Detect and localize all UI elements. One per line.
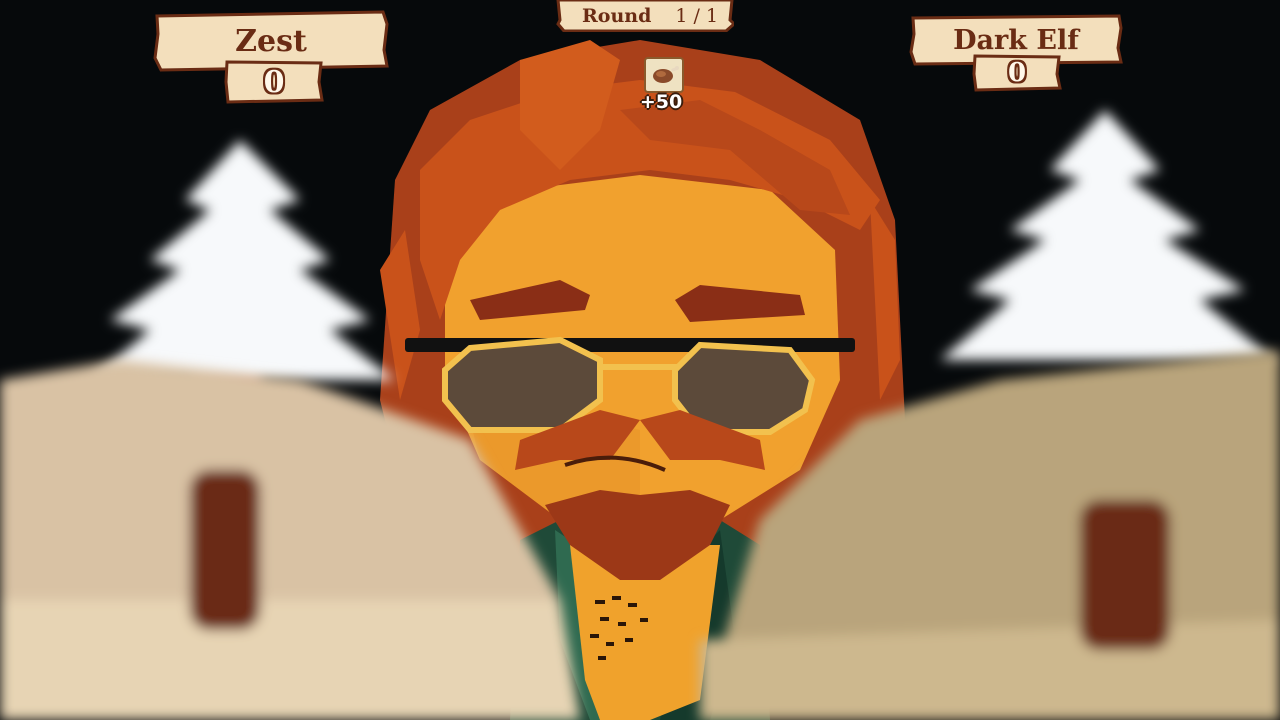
game-scene [0, 0, 1280, 720]
